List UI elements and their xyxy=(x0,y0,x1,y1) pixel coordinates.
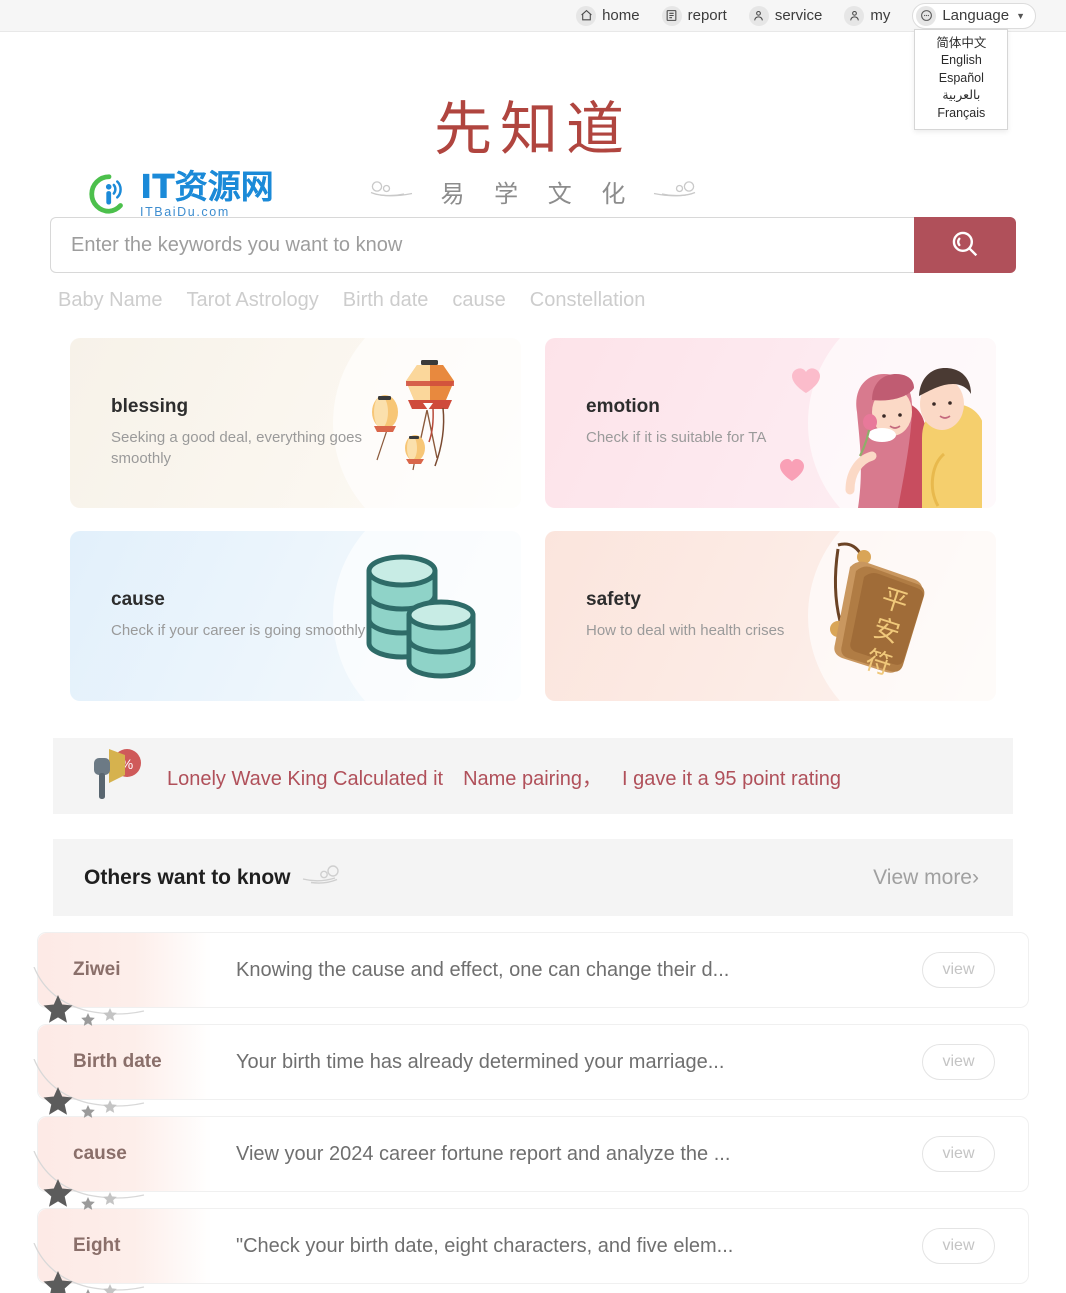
search-section: Baby Name Tarot Astrology Birth date cau… xyxy=(0,217,1066,312)
feature-card-title: blessing xyxy=(111,396,189,417)
language-dropdown-menu: 简体中文 English Español بالعربية Français xyxy=(914,28,1009,130)
row-question-text: Your birth time has already determined y… xyxy=(236,1050,725,1073)
feature-card-title: emotion xyxy=(586,396,660,417)
language-switcher: Language ▼ 简体中文 English Español بالعربية… xyxy=(912,2,1036,130)
row-question-text: Knowing the cause and effect, one can ch… xyxy=(236,958,730,981)
row-tag-wrap: Ziwei xyxy=(38,933,212,1007)
row-category-label: Ziwei xyxy=(73,959,121,980)
nav-label-my: my xyxy=(870,7,891,24)
card-arc-decoration xyxy=(333,338,521,508)
hot-search-tags: Baby Name Tarot Astrology Birth date cau… xyxy=(50,289,1016,312)
row-category-label: cause xyxy=(73,1143,127,1164)
globe-icon xyxy=(916,5,937,26)
language-button[interactable]: Language ▼ xyxy=(912,2,1036,29)
site-header: IT资源网 ITBaiDu.com 先知道 易 学 文 化 xyxy=(0,32,1066,219)
language-button-label: Language xyxy=(942,7,1010,24)
feature-card-grid: blessing Seeking a good deal, everything… xyxy=(58,338,1008,701)
view-more-link[interactable]: View more › xyxy=(873,866,979,890)
hot-tag-baby-name[interactable]: Baby Name xyxy=(58,289,163,312)
card-arc-decoration xyxy=(333,531,521,701)
others-want-to-know-header: Others want to know View more › xyxy=(53,839,1013,916)
section-title: Others want to know xyxy=(84,865,291,889)
search-button[interactable] xyxy=(914,217,1016,273)
nav-label-home: home xyxy=(602,7,640,24)
search-icon xyxy=(948,227,982,264)
language-option-ar[interactable]: بالعربية xyxy=(915,87,1007,105)
table-row[interactable]: Birth date Your birth time has already d… xyxy=(33,1024,1029,1118)
announcement-text: Lonely Wave King Calculated it Name pair… xyxy=(167,767,842,790)
view-more-label: View more xyxy=(873,865,972,889)
language-option-en[interactable]: English xyxy=(915,52,1007,70)
chevron-down-icon: ▼ xyxy=(1016,10,1025,21)
brand-subtitle: 易 学 文 化 xyxy=(440,180,637,208)
service-icon xyxy=(748,5,769,26)
search-bar xyxy=(50,217,1016,273)
row-tag-wrap: Eight xyxy=(38,1209,212,1283)
question-list: Ziwei Knowing the cause and effect, one … xyxy=(33,932,1033,1293)
card-arc-decoration xyxy=(808,531,996,701)
logo-wordmark: IT资源网 xyxy=(140,167,274,206)
row-tag-wrap: cause xyxy=(38,1117,212,1191)
feature-card-desc: Seeking a good deal, everything goes smo… xyxy=(111,429,363,467)
hot-tag-cause[interactable]: cause xyxy=(452,289,505,312)
nav-label-service: service xyxy=(774,7,823,24)
row-view-button[interactable]: view xyxy=(922,1228,995,1264)
cloud-swirl-icon xyxy=(300,863,346,892)
cloud-ornament-right-icon xyxy=(646,179,700,204)
table-row[interactable]: cause View your 2024 career fortune repo… xyxy=(33,1116,1029,1210)
nav-label-report: report xyxy=(687,7,727,24)
feature-card-cause[interactable]: cause Check if your career is going smoo… xyxy=(70,531,521,701)
row-category-label: Birth date xyxy=(73,1051,162,1072)
section-title-wrap: Others want to know xyxy=(84,863,346,892)
nav-item-service[interactable]: service xyxy=(748,5,823,26)
row-tag-wrap: Birth date xyxy=(38,1025,212,1099)
feature-card-safety[interactable]: 平 安 符 safety How to deal with health cri… xyxy=(545,531,996,701)
feature-card-title: cause xyxy=(111,589,165,610)
logo-domain: ITBaiDu.com xyxy=(140,205,230,219)
language-option-zh[interactable]: 简体中文 xyxy=(915,35,1007,53)
hot-tag-tarot[interactable]: Tarot Astrology xyxy=(187,289,319,312)
nav-item-report[interactable]: report xyxy=(661,5,727,26)
site-logo[interactable]: IT资源网 ITBaiDu.com xyxy=(86,170,274,219)
feature-card-blessing[interactable]: blessing Seeking a good deal, everything… xyxy=(70,338,521,508)
brand-title: 先知道 xyxy=(433,95,632,163)
nav-item-home[interactable]: home xyxy=(576,5,640,26)
hot-tag-constellation[interactable]: Constellation xyxy=(530,289,646,312)
row-question-text: "Check your birth date, eight characters… xyxy=(236,1234,734,1257)
feature-card-emotion[interactable]: emotion Check if it is suitable for TA xyxy=(545,338,996,508)
row-category-label: Eight xyxy=(73,1235,121,1256)
feature-card-desc: Check if your career is going smoothly xyxy=(111,622,366,639)
cloud-ornament-left-icon xyxy=(366,179,420,204)
megaphone-percent-icon: % xyxy=(83,745,143,808)
hot-tag-birth-date[interactable]: Birth date xyxy=(343,289,429,312)
search-input[interactable] xyxy=(50,217,914,273)
feature-card-title: safety xyxy=(586,589,641,610)
view-more-caret-icon: › xyxy=(972,865,979,889)
announcement-banner[interactable]: % Lonely Wave King Calculated it Name pa… xyxy=(53,738,1013,814)
card-arc-decoration xyxy=(808,338,996,508)
table-row[interactable]: Ziwei Knowing the cause and effect, one … xyxy=(33,932,1029,1026)
nav-item-my[interactable]: my xyxy=(844,5,891,26)
row-view-button[interactable]: view xyxy=(922,1136,995,1172)
row-view-button[interactable]: view xyxy=(922,1044,995,1080)
top-navigation-bar: home report service my Language ▼ 简体中文 E… xyxy=(0,0,1066,130)
table-row[interactable]: Eight "Check your birth date, eight char… xyxy=(33,1208,1029,1293)
language-option-es[interactable]: Español xyxy=(915,70,1007,88)
row-question-text: View your 2024 career fortune report and… xyxy=(236,1142,731,1165)
row-view-button[interactable]: view xyxy=(922,952,995,988)
user-icon xyxy=(844,5,865,26)
feature-card-desc: Check if it is suitable for TA xyxy=(586,429,767,446)
language-option-fr[interactable]: Français xyxy=(915,105,1007,123)
itbaidu-logo-icon xyxy=(86,171,132,217)
feature-card-desc: How to deal with health crises xyxy=(586,622,785,639)
report-icon xyxy=(661,5,682,26)
home-icon xyxy=(576,5,597,26)
